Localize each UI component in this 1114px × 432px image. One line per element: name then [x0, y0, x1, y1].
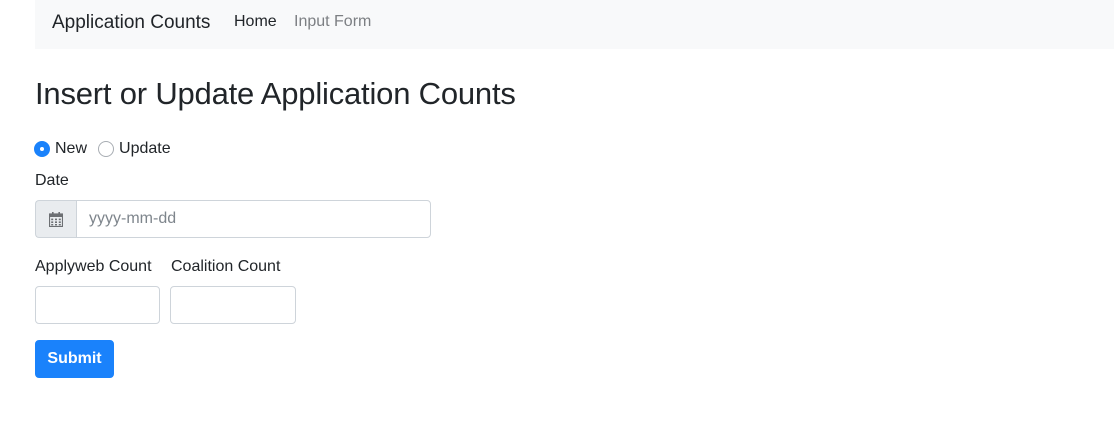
date-label: Date: [35, 172, 69, 189]
applyweb-count-label: Applyweb Count: [35, 258, 152, 275]
radio-update-label[interactable]: Update: [119, 139, 171, 159]
navbar: Application Counts Home Input Form: [35, 0, 1114, 49]
mode-radio-group: New Update: [34, 138, 171, 160]
calendar-addon[interactable]: [35, 200, 76, 238]
page-title: Insert or Update Application Counts: [35, 76, 516, 111]
radio-new-label[interactable]: New: [55, 139, 87, 159]
calendar-icon: [49, 211, 63, 227]
coalition-count-label: Coalition Count: [171, 258, 281, 275]
radio-update[interactable]: [98, 141, 115, 157]
coalition-count-input[interactable]: [170, 286, 296, 324]
date-input[interactable]: [76, 200, 431, 238]
applyweb-count-input[interactable]: [35, 286, 160, 324]
navbar-brand[interactable]: Application Counts: [52, 11, 210, 35]
submit-button[interactable]: Submit: [35, 340, 114, 378]
date-input-group: [35, 200, 431, 238]
radio-new[interactable]: [34, 141, 50, 157]
nav-link-input-form[interactable]: Input Form: [294, 12, 371, 32]
nav-link-home[interactable]: Home: [234, 12, 277, 32]
